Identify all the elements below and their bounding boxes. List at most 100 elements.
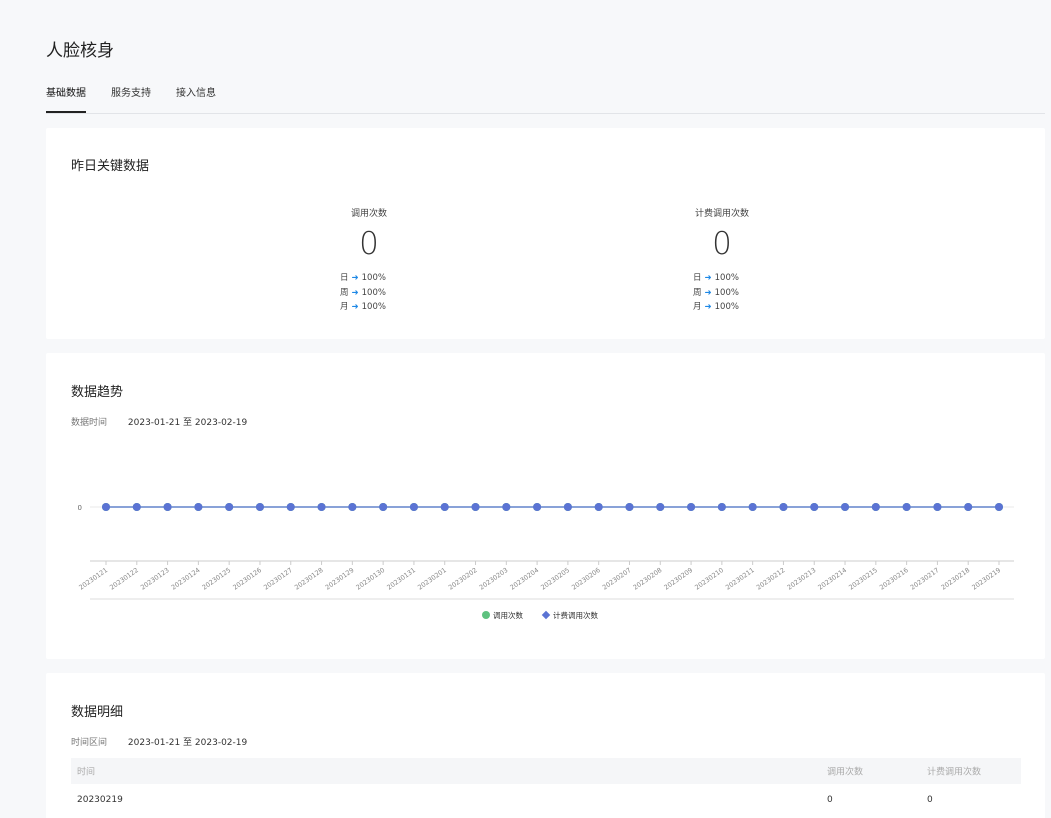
table-row: 20230219 0 0	[71, 784, 1021, 816]
x-tick-label: 20230131	[385, 566, 417, 592]
trend-card: 数据趋势 数据时间 2023-01-21 至 2023-02-19 0 20230…	[46, 353, 1045, 659]
x-tick-label: 20230122	[108, 566, 140, 592]
metric-calls-value: 0	[359, 226, 379, 262]
x-tick-label: 20230128	[293, 566, 325, 592]
table-cell-billed-calls: 0	[927, 795, 933, 805]
change-row-week: 周 ➜ 100%	[340, 287, 386, 298]
tab-basic-data[interactable]: 基础数据	[46, 84, 86, 113]
column-header-time: 时间	[77, 767, 96, 778]
key-data-card: 昨日关键数据 调用次数 0 日 ➜ 100% 周 ➜ 100% 月 ➜ 100% 计费调用次…	[46, 128, 1045, 339]
column-header-calls: 调用次数	[827, 767, 864, 778]
data-point	[225, 503, 234, 511]
data-point	[594, 503, 603, 511]
detail-range-value[interactable]: 2023-01-21 至 2023-02-19	[128, 738, 247, 748]
x-tick-label: 20230217	[909, 566, 941, 592]
x-tick-label: 20230124	[170, 566, 202, 592]
data-point	[102, 503, 110, 511]
data-point	[409, 503, 418, 511]
detail-range-label: 时间区间	[71, 738, 108, 748]
table-cell-time: 20230219	[77, 795, 123, 805]
x-tick-label: 20230213	[786, 566, 818, 592]
detail-title: 数据明细	[71, 705, 124, 720]
detail-card: 数据明细 时间区间 2023-01-21 至 2023-02-19 时间 调用次…	[46, 673, 1045, 818]
change-row-day: 日 ➜ 100%	[693, 273, 739, 283]
data-point	[687, 503, 696, 511]
data-point	[748, 503, 757, 511]
x-tick-label: 20230129	[324, 566, 356, 592]
data-point	[255, 503, 264, 511]
x-tick-label: 20230208	[632, 566, 664, 592]
x-tick-label: 20230214	[816, 566, 848, 592]
data-point	[286, 503, 295, 511]
x-tick-label: 20230210	[693, 566, 725, 592]
legend-item[interactable]: 调用次数	[482, 610, 523, 620]
data-point	[194, 503, 203, 511]
data-point	[163, 503, 172, 511]
change-row-month: 月 ➜ 100%	[340, 302, 386, 312]
metric-calls-changes: 日 ➜ 100% 周 ➜ 100% 月 ➜ 100%	[340, 271, 386, 315]
data-point	[841, 503, 850, 511]
data-point	[317, 503, 326, 511]
metric-billed-calls-label: 计费调用次数	[694, 209, 749, 219]
x-tick-label: 20230202	[447, 566, 479, 592]
change-row-day: 日 ➜ 100%	[340, 273, 386, 283]
trend-chart: 020230121 20230122 20230123 20230124 2023012…	[77, 503, 1014, 620]
data-point	[348, 503, 357, 511]
data-point	[502, 503, 511, 511]
data-point	[563, 503, 572, 511]
x-tick-label: 20230125	[201, 566, 233, 592]
tab-access-info[interactable]: 接入信息	[176, 84, 216, 99]
table-header: 时间 调用次数 计费调用次数	[71, 758, 1021, 784]
arrow-right-icon: ➜	[351, 302, 359, 312]
x-tick-label: 20230203	[478, 566, 510, 592]
legend-label: 计费调用次数	[553, 610, 598, 620]
x-tick-label: 20230130	[355, 566, 387, 592]
data-point	[625, 503, 634, 511]
metric-billed-calls: 计费调用次数 0 日 ➜ 100% 周 ➜ 100% 月 ➜ 100%	[642, 206, 802, 312]
arrow-right-icon: ➜	[704, 287, 712, 298]
x-tick-label: 20230127	[262, 566, 294, 592]
data-point	[779, 503, 788, 511]
x-tick-label: 20230207	[601, 566, 633, 592]
legend-item[interactable]: 计费调用次数	[541, 610, 599, 620]
x-tick-label: 20230212	[755, 566, 787, 592]
x-tick-label: 20230215	[847, 566, 879, 592]
column-header-billed-calls: 计费调用次数	[927, 767, 982, 778]
x-tick-label: 20230216	[878, 566, 910, 592]
data-point	[964, 503, 973, 511]
data-point	[871, 503, 880, 511]
x-tick-label: 20230126	[231, 566, 263, 592]
metric-calls: 调用次数 0 日 ➜ 100% 周 ➜ 100% 月 ➜ 100%	[289, 206, 449, 312]
legend-label: 调用次数	[493, 610, 523, 620]
data-point	[471, 503, 480, 511]
table-cell-calls: 0	[827, 795, 833, 805]
metric-billed-calls-value: 0	[712, 226, 732, 262]
key-data-title: 昨日关键数据	[71, 159, 150, 174]
data-point	[656, 503, 665, 511]
data-point	[533, 503, 542, 511]
x-tick-label: 20230209	[663, 566, 695, 592]
data-point	[933, 503, 942, 511]
data-point	[132, 503, 141, 511]
detail-range-row: 时间区间 2023-01-21 至 2023-02-19	[71, 735, 247, 748]
x-tick-label: 20230204	[509, 566, 541, 592]
legend-circle-icon	[482, 611, 490, 619]
tab-bar: 基础数据 服务支持 接入信息	[46, 80, 1045, 114]
y-tick-label: 0	[78, 504, 82, 512]
x-tick-label: 20230211	[724, 566, 756, 592]
x-tick-label: 20230206	[570, 566, 602, 592]
data-point	[379, 503, 388, 511]
x-tick-label: 20230201	[416, 566, 448, 592]
data-point	[717, 503, 726, 511]
tab-service-support[interactable]: 服务支持	[111, 84, 151, 99]
arrow-right-icon: ➜	[351, 287, 359, 298]
legend-diamond-icon	[541, 610, 551, 620]
change-row-month: 月 ➜ 100%	[693, 302, 739, 312]
data-point	[440, 503, 449, 511]
x-tick-label: 20230121	[77, 566, 109, 592]
x-tick-label: 20230219	[970, 566, 1002, 592]
x-tick-label: 20230205	[539, 566, 571, 592]
arrow-right-icon: ➜	[704, 302, 712, 312]
data-point	[810, 503, 819, 511]
change-row-week: 周 ➜ 100%	[693, 287, 739, 298]
